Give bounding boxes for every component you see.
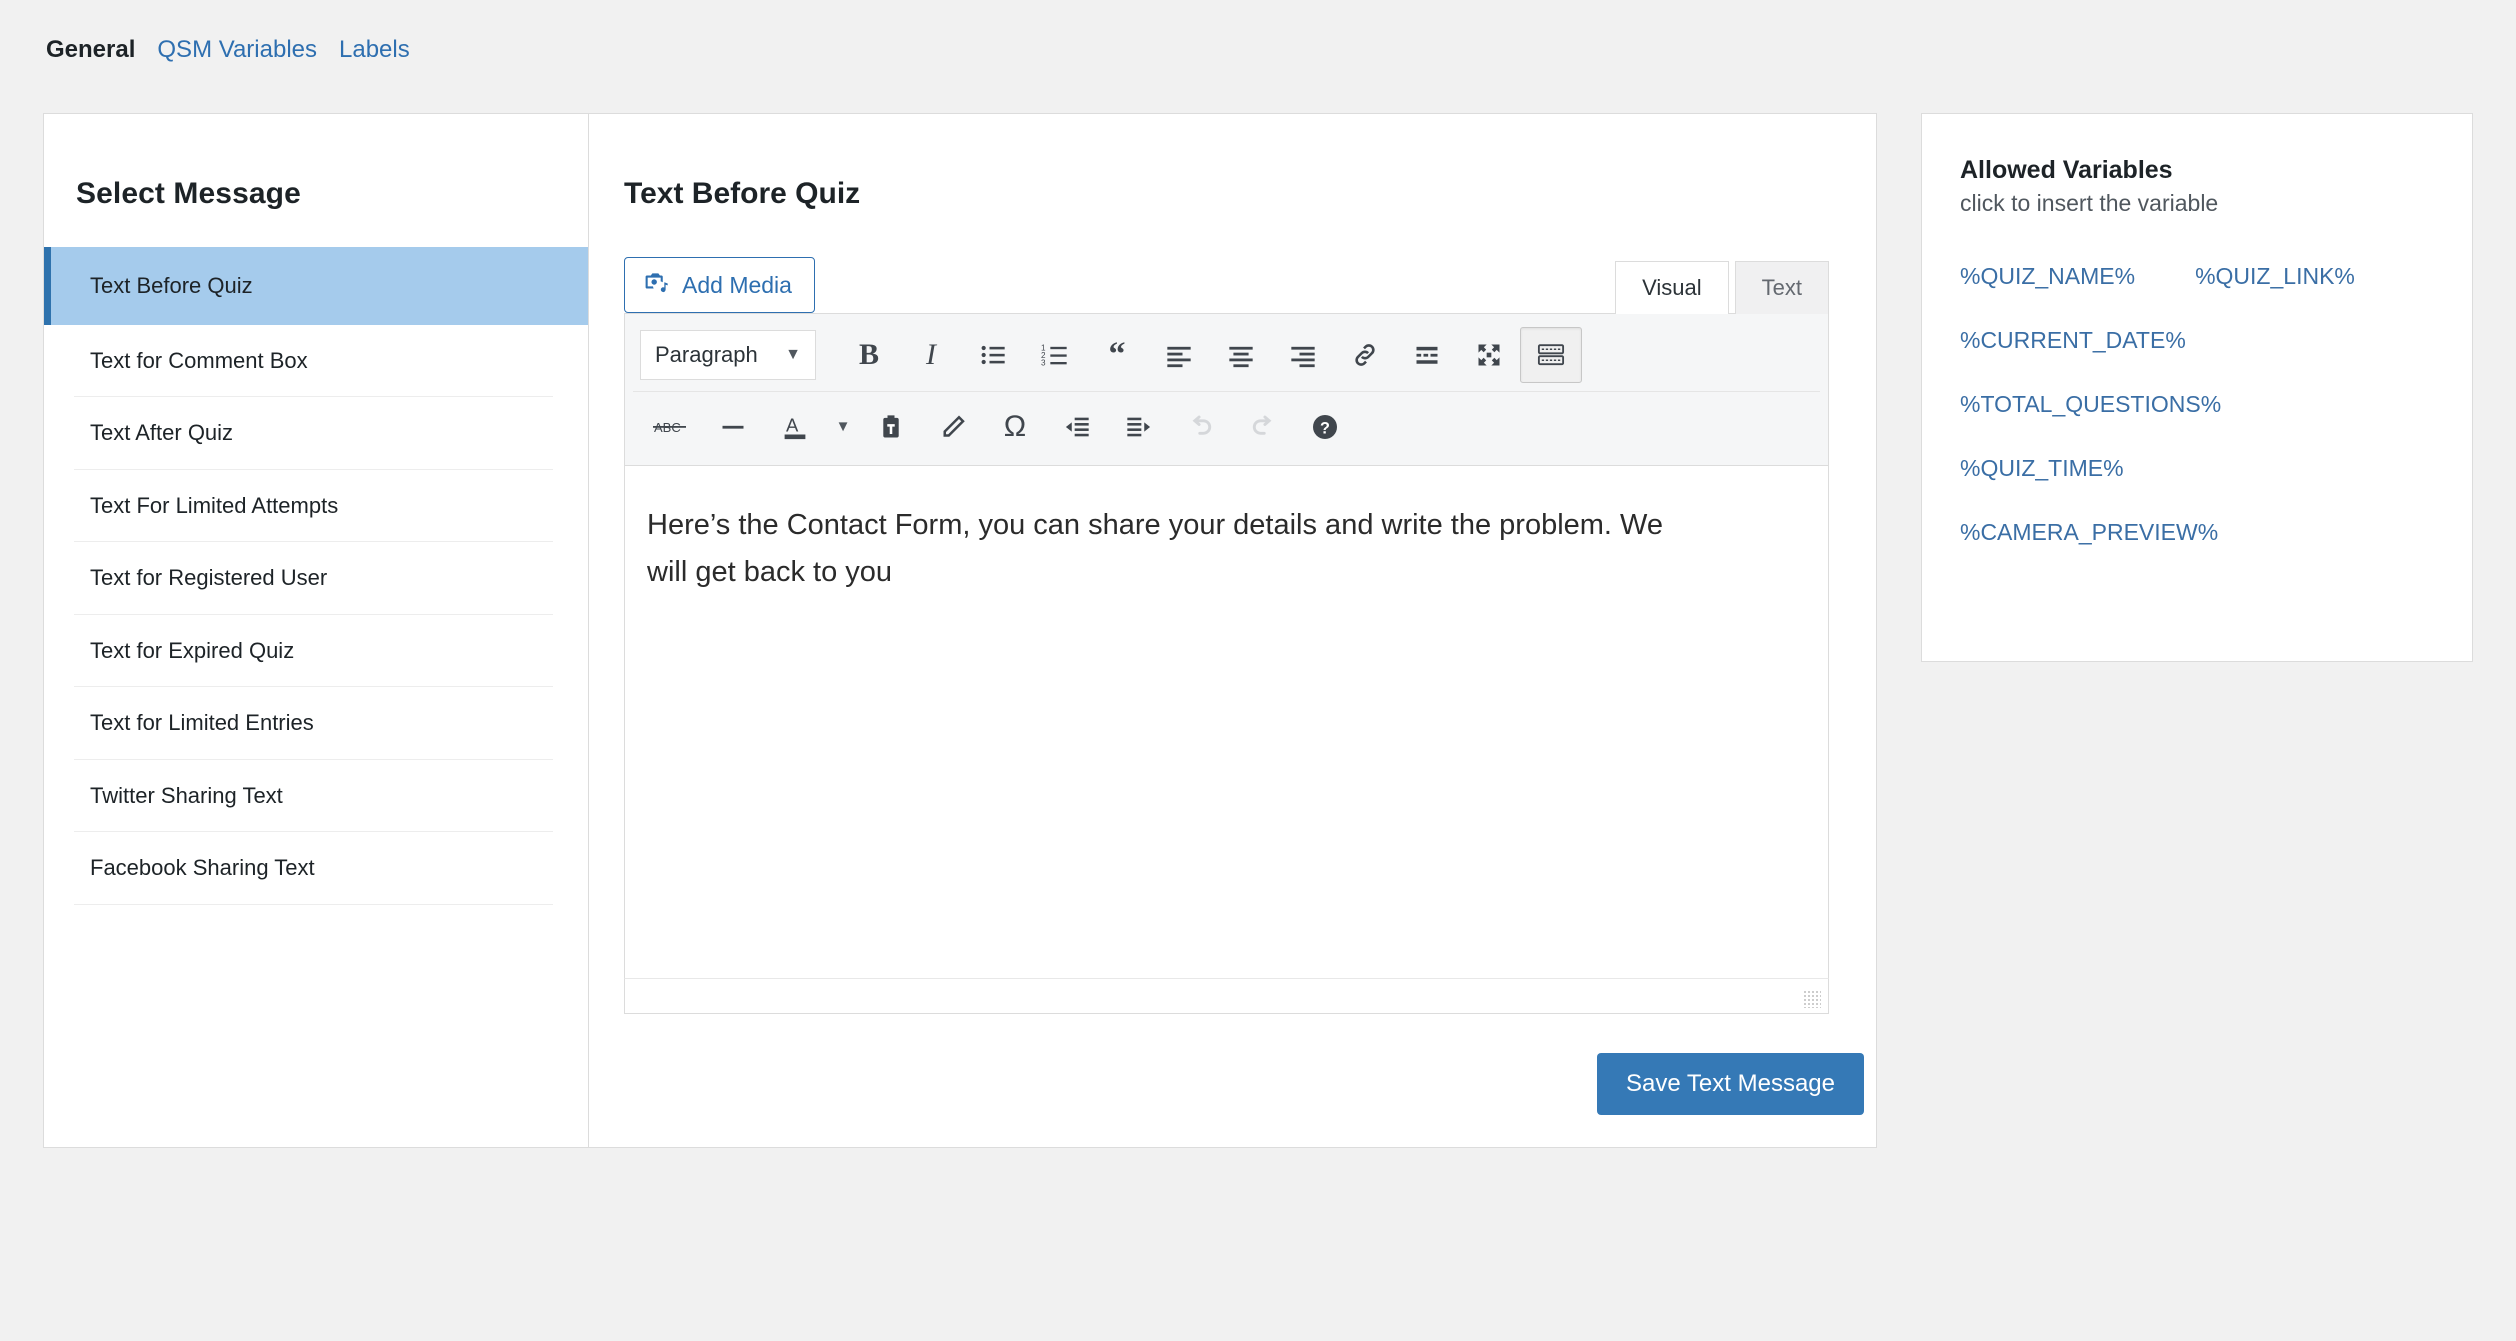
strikethrough-icon[interactable]: ABC — [640, 399, 702, 455]
italic-icon[interactable]: I — [900, 327, 962, 383]
list-item-label: Text for Registered User — [90, 565, 328, 590]
chevron-down-icon: ▼ — [785, 346, 801, 363]
main-settings-card: Select Message Text Before Quiz Text for… — [43, 113, 1877, 1148]
editor-top-row: Add Media Visual Text — [624, 247, 1829, 314]
tab-text[interactable]: Text — [1734, 261, 1829, 314]
text-color-dropdown-icon[interactable]: ▼ — [826, 399, 860, 455]
align-right-icon[interactable] — [1272, 327, 1334, 383]
format-select[interactable]: Paragraph ▼ — [640, 330, 816, 380]
list-item-twitter-sharing-text[interactable]: Twitter Sharing Text — [74, 760, 553, 832]
editor-status-bar — [624, 978, 1829, 1014]
list-item-label: Facebook Sharing Text — [90, 855, 315, 880]
select-message-column: Select Message Text Before Quiz Text for… — [44, 114, 589, 1147]
special-character-icon[interactable]: Ω — [984, 399, 1046, 455]
outdent-icon[interactable] — [1046, 399, 1108, 455]
list-item-text-after-quiz[interactable]: Text After Quiz — [74, 397, 553, 470]
redo-icon[interactable] — [1232, 399, 1294, 455]
variable-quiz-link[interactable]: %QUIZ_LINK% — [2195, 263, 2355, 290]
tab-labels[interactable]: Labels — [339, 36, 410, 64]
svg-text:?: ? — [1320, 419, 1330, 437]
fullscreen-icon[interactable] — [1458, 327, 1520, 383]
editor-toolbar: Paragraph ▼ B I 1 2 3 “ ABC A ▼ Ω ? — [624, 313, 1829, 466]
variable-total-questions[interactable]: %TOTAL_QUESTIONS% — [1960, 391, 2436, 418]
list-item-label: Text For Limited Attempts — [90, 492, 339, 518]
bold-icon[interactable]: B — [838, 327, 900, 383]
text-color-icon[interactable]: A — [764, 399, 826, 455]
allowed-variables-list: %QUIZ_NAME% %QUIZ_LINK% %CURRENT_DATE% %… — [1960, 263, 2436, 546]
paste-as-text-icon[interactable] — [860, 399, 922, 455]
list-item-text-for-registered-user[interactable]: Text for Registered User — [74, 542, 553, 615]
variable-quiz-name[interactable]: %QUIZ_NAME% — [1960, 263, 2135, 290]
toolbar-toggle-icon[interactable] — [1520, 327, 1582, 383]
tab-qsm-variables[interactable]: QSM Variables — [157, 36, 317, 64]
add-media-label: Add Media — [682, 271, 792, 298]
indent-icon[interactable] — [1108, 399, 1170, 455]
list-item-label: Text for Comment Box — [90, 347, 308, 373]
align-left-icon[interactable] — [1148, 327, 1210, 383]
format-select-value: Paragraph — [655, 342, 758, 367]
variable-camera-preview[interactable]: %CAMERA_PREVIEW% — [1960, 519, 2436, 546]
variable-quiz-time[interactable]: %QUIZ_TIME% — [1960, 455, 2436, 482]
clear-formatting-icon[interactable] — [922, 399, 984, 455]
toolbar-row-1: Paragraph ▼ B I 1 2 3 “ — [633, 320, 1820, 390]
editor-title: Text Before Quiz — [624, 177, 861, 210]
variable-current-date[interactable]: %CURRENT_DATE% — [1960, 327, 2436, 354]
list-item-facebook-sharing-text[interactable]: Facebook Sharing Text — [74, 832, 553, 905]
insert-link-icon[interactable] — [1334, 327, 1396, 383]
editor-content-text: Here’s the Contact Form, you can share y… — [647, 509, 1664, 589]
wp-editor: Add Media Visual Text Paragraph ▼ B I 1 … — [624, 247, 1864, 1115]
numbered-list-icon[interactable]: 1 2 3 — [1024, 327, 1086, 383]
undo-icon[interactable] — [1170, 399, 1232, 455]
allowed-variables-title: Allowed Variables — [1960, 156, 2173, 184]
list-item-text-for-limited-attempts[interactable]: Text For Limited Attempts — [74, 470, 553, 542]
list-item-label: Twitter Sharing Text — [90, 782, 283, 808]
list-item-text-for-comment-box[interactable]: Text for Comment Box — [74, 325, 553, 397]
svg-text:A: A — [786, 414, 799, 435]
add-media-button[interactable]: Add Media — [624, 257, 815, 313]
align-center-icon[interactable] — [1210, 327, 1272, 383]
editor-resize-handle[interactable] — [1803, 990, 1821, 1008]
save-button-row: Save Text Message — [624, 1053, 1864, 1115]
list-item-label: Text for Expired Quiz — [90, 637, 295, 663]
settings-tab-bar: General QSM Variables Labels — [46, 36, 410, 64]
list-item-label: Text for Limited Entries — [90, 710, 314, 735]
bulleted-list-icon[interactable] — [962, 327, 1024, 383]
list-item-label: Text After Quiz — [90, 420, 234, 445]
toolbar-row-2: ABC A ▼ Ω ? — [633, 391, 1820, 461]
list-item-text-for-limited-entries[interactable]: Text for Limited Entries — [74, 687, 553, 760]
save-text-message-button[interactable]: Save Text Message — [1596, 1053, 1864, 1115]
select-message-title: Select Message — [76, 177, 301, 210]
editor-content-area[interactable]: Here’s the Contact Form, you can share y… — [624, 466, 1829, 1014]
list-item-label: Text Before Quiz — [90, 273, 253, 298]
message-list: Text Before Quiz Text for Comment Box Te… — [44, 247, 588, 905]
add-media-icon — [643, 269, 669, 301]
svg-text:3: 3 — [1041, 359, 1046, 368]
read-more-icon[interactable] — [1396, 327, 1458, 383]
blockquote-icon[interactable]: “ — [1086, 327, 1148, 383]
editor-column: Text Before Quiz Add Media Visual Text P… — [589, 114, 1876, 1147]
horizontal-rule-icon[interactable] — [702, 399, 764, 455]
editor-mode-tabs: Visual Text — [1615, 257, 1829, 314]
allowed-variables-card: Allowed Variables click to insert the va… — [1921, 113, 2473, 662]
list-item-text-for-expired-quiz[interactable]: Text for Expired Quiz — [74, 615, 553, 687]
keyboard-shortcuts-help-icon[interactable]: ? — [1294, 399, 1356, 455]
tab-visual[interactable]: Visual — [1615, 261, 1729, 314]
allowed-variables-subtitle: click to insert the variable — [1960, 190, 2219, 216]
tab-general[interactable]: General — [46, 36, 135, 64]
list-item-text-before-quiz[interactable]: Text Before Quiz — [44, 247, 588, 325]
